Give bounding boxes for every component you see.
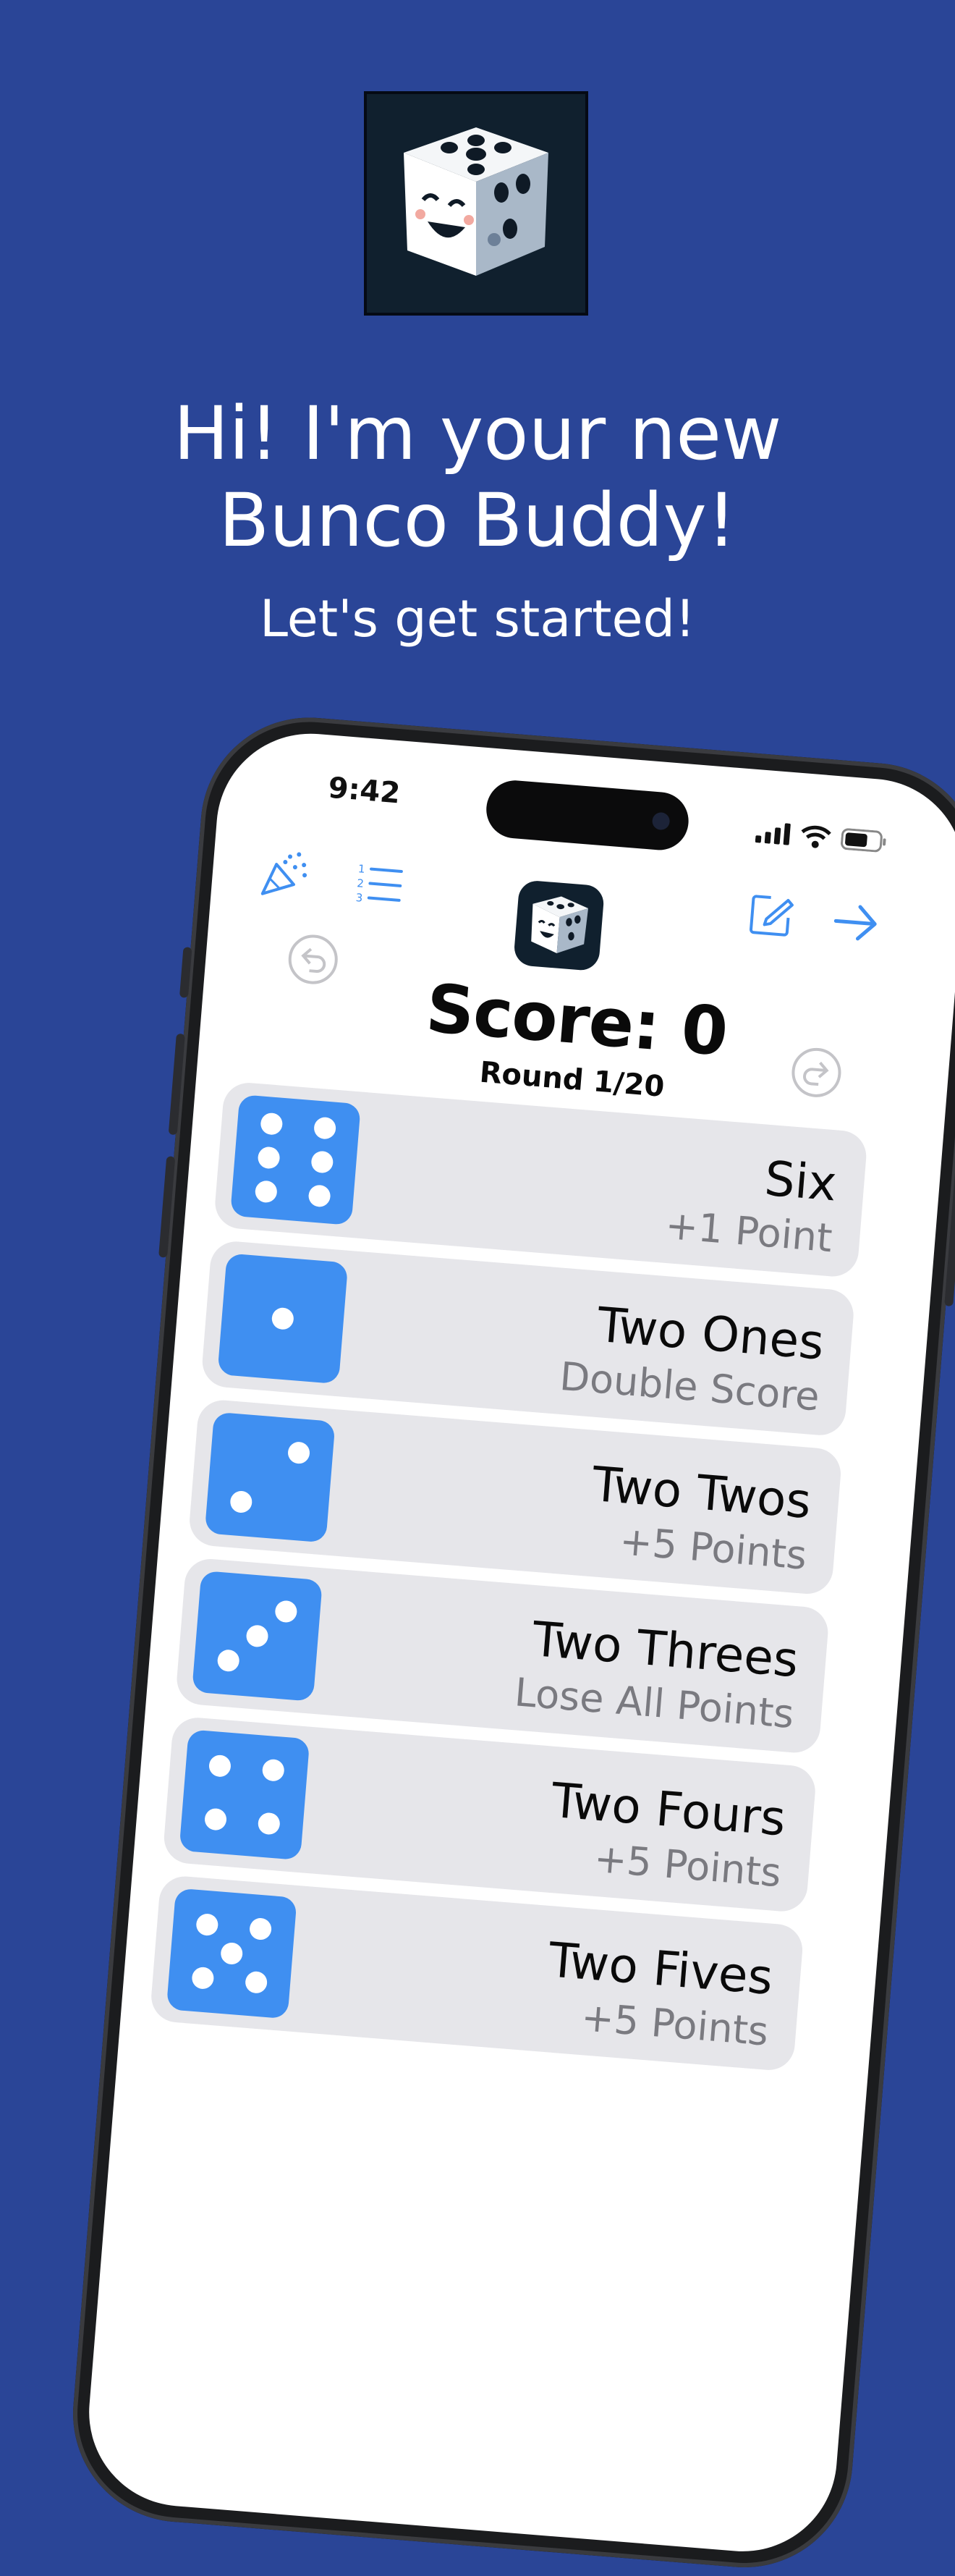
die-pip [216,1649,240,1673]
row-title: Two Fives [546,1932,776,2006]
die-pip [248,1917,273,1941]
phone-screen: 9:42 1 2 3 Score: 0 Round 1/20 Six +1 Po… [82,726,955,2559]
status-icons [755,820,888,853]
wifi-icon [801,825,831,848]
party-popper-icon[interactable] [258,845,314,902]
die-pip [307,1184,331,1208]
die-pip [261,1758,285,1782]
arrow-right-icon[interactable] [831,899,881,946]
headline-line2: Bunco Buddy! [218,478,737,564]
die-pip [229,1490,253,1514]
svg-text:1: 1 [357,862,365,876]
die-pip [257,1146,281,1170]
dynamic-island [484,778,691,853]
die-pip [274,1600,298,1623]
cellular-signal-icon [755,823,791,845]
die-pip [271,1306,294,1330]
die-face-3-icon [192,1570,323,1702]
row-subtitle: +1 Point [663,1202,834,1262]
die-pip [220,1941,244,1966]
row-title: Six [763,1150,839,1212]
status-time: 9:42 [326,771,402,811]
die-face-5-icon [166,1888,297,2019]
row-title: Two Fours [549,1772,788,1847]
die-pip [254,1180,278,1204]
die-pip [313,1116,337,1140]
die-face-4-icon [179,1729,310,1861]
battery-icon [841,828,886,853]
die-pip [260,1112,284,1136]
scoring-list: Six +1 Point Two Ones Double Score Two Twos +… [148,1081,869,2085]
die-face-1-icon [217,1253,349,1385]
app-logo-small [513,879,606,972]
die-pip [310,1150,334,1174]
die-pip [286,1441,311,1465]
svg-text:2: 2 [357,877,365,890]
svg-text:3: 3 [355,891,363,905]
die-pip [195,1912,219,1937]
die-pip [244,1970,268,1994]
die-face-6-icon [229,1094,361,1225]
die-pip [257,1812,281,1836]
numbered-list-icon[interactable]: 1 2 3 [355,861,405,908]
die-pip [245,1624,269,1648]
happy-dice-icon [404,127,548,276]
die-pip [191,1966,215,1990]
redo-icon[interactable] [789,1044,845,1101]
die-pip [203,1807,228,1831]
headline-line1: Hi! I'm your new [173,391,782,477]
happy-dice-icon [531,896,589,953]
app-icon [364,91,588,316]
die-pip [208,1754,232,1778]
subtitle: Let's get started! [259,589,696,649]
phone-mockup: 9:42 1 2 3 Score: 0 Round 1/20 Six +1 Po… [64,709,955,2576]
die-face-2-icon [204,1411,336,1543]
compose-icon[interactable] [746,889,797,940]
